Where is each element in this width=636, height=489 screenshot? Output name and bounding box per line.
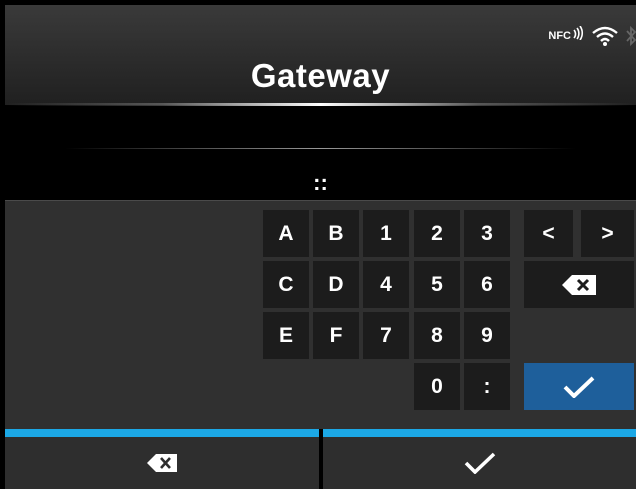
bluetooth-icon [626,25,636,47]
key-c[interactable]: C [263,261,309,308]
key-d[interactable]: D [313,261,359,308]
key-8[interactable]: 8 [414,312,460,359]
key-6[interactable]: 6 [464,261,510,308]
cancel-accent [5,429,319,437]
backspace-icon [147,454,177,472]
backspace-icon [562,274,596,295]
page-title: Gateway [250,57,391,94]
key-f[interactable]: F [313,312,359,359]
nfc-waves-icon [573,26,584,40]
bottom-bar [5,429,636,489]
key-colon[interactable]: : [464,363,510,410]
input-display: :: [5,108,636,200]
input-divider [65,148,576,149]
gateway-value: :: [313,170,328,195]
checkmark-icon [464,452,495,474]
key-a[interactable]: A [263,210,309,257]
cancel-button[interactable] [5,429,319,489]
key-5[interactable]: 5 [414,261,460,308]
ok-button[interactable] [323,429,636,489]
key-e[interactable]: E [263,312,309,359]
header: NFC Gateway [5,5,636,106]
cursor-right-key[interactable]: > [581,210,634,257]
status-bar: NFC [548,21,636,51]
key-0[interactable]: 0 [414,363,460,410]
title-divider [5,103,636,106]
key-b[interactable]: B [313,210,359,257]
cursor-left-key[interactable]: < [524,210,573,257]
key-2[interactable]: 2 [414,210,460,257]
nfc-icon: NFC [548,26,584,42]
wifi-icon [592,26,618,46]
key-3[interactable]: 3 [464,210,510,257]
key-7[interactable]: 7 [363,312,409,359]
confirm-key[interactable] [524,363,634,410]
gateway-screen: NFC Gateway :: A B 1 2 3 < > C D 4 5 6 E… [5,5,636,489]
key-9[interactable]: 9 [464,312,510,359]
ok-accent [323,429,636,437]
checkmark-icon [563,376,595,398]
key-4[interactable]: 4 [363,261,409,308]
nfc-label: NFC [548,30,571,42]
keypad: A B 1 2 3 < > C D 4 5 6 E F 7 8 9 0 : [5,201,636,429]
backspace-key[interactable] [524,261,634,308]
key-1[interactable]: 1 [363,210,409,257]
